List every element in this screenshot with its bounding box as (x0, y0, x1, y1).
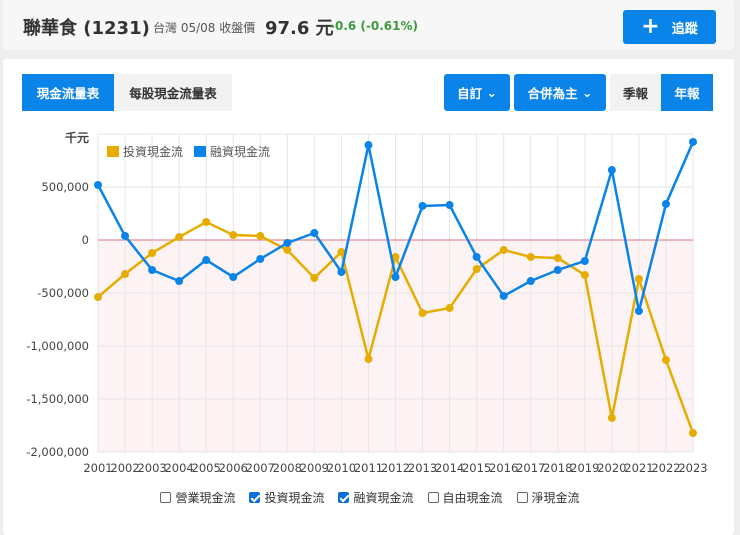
data-point (553, 254, 562, 263)
x-tick-label: 2010 (327, 461, 356, 475)
data-point (283, 238, 292, 247)
data-point (580, 256, 589, 265)
data-point (391, 272, 400, 281)
data-point (445, 304, 454, 313)
data-point (661, 355, 670, 364)
x-tick-label: 2008 (273, 461, 302, 475)
x-tick-label: 2017 (516, 461, 545, 475)
x-tick-label: 2007 (246, 461, 275, 475)
series-checkbox[interactable]: 投資現金流 (249, 489, 324, 506)
x-tick-label: 2012 (381, 461, 410, 475)
y-tick-label: -1,000,000 (26, 339, 89, 353)
data-point (229, 231, 238, 240)
x-tick-label: 2022 (651, 461, 680, 475)
data-point (337, 268, 346, 277)
data-point (607, 166, 616, 175)
data-point (418, 309, 427, 318)
x-tick-label: 2005 (192, 461, 221, 475)
data-point (148, 249, 157, 258)
data-point (175, 277, 184, 286)
data-point (472, 252, 481, 261)
data-point (310, 229, 319, 238)
checkbox-icon[interactable] (427, 492, 439, 503)
data-point (94, 293, 102, 302)
x-tick-label: 2002 (110, 461, 139, 475)
data-point (526, 277, 535, 286)
legend-label: 投資現金流 (123, 144, 183, 159)
data-point (121, 231, 130, 240)
x-tick-label: 2001 (83, 461, 112, 475)
data-point (661, 199, 670, 208)
y-tick-label: -1,500,000 (26, 392, 89, 406)
data-point (283, 245, 292, 254)
data-point (310, 273, 319, 282)
x-tick-label: 2021 (624, 461, 653, 475)
x-tick-label: 2009 (300, 461, 329, 475)
y-axis-unit: 千元 (65, 130, 89, 145)
x-tick-label: 2015 (462, 461, 491, 475)
data-point (499, 291, 508, 300)
x-tick-label: 2006 (219, 461, 248, 475)
x-tick-label: 2004 (164, 461, 193, 475)
x-tick-label: 2011 (354, 461, 383, 475)
data-point (553, 265, 562, 274)
legend-label: 融資現金流 (210, 144, 270, 159)
data-point (364, 355, 373, 364)
series-checkbox[interactable]: 營業現金流 (160, 489, 235, 506)
data-point (364, 141, 373, 150)
series-checkbox[interactable]: 淨現金流 (516, 489, 580, 506)
data-point (526, 252, 535, 261)
legend-swatch (107, 146, 119, 157)
x-tick-label: 2013 (408, 461, 437, 475)
data-point (256, 254, 265, 263)
data-point (689, 137, 697, 146)
data-point (202, 256, 211, 265)
checkbox-label: 淨現金流 (531, 491, 580, 505)
data-point (418, 201, 427, 210)
checkbox-label: 投資現金流 (264, 491, 325, 505)
data-point (634, 275, 643, 284)
series-checkbox[interactable]: 融資現金流 (338, 489, 414, 506)
data-point (689, 429, 697, 438)
series-toggles: 營業現金流 投資現金流 融資現金流 自由現金流 淨現金流 (0, 489, 740, 506)
data-point (607, 413, 616, 422)
data-point (94, 180, 102, 189)
y-tick-label: -500,000 (37, 286, 89, 300)
y-tick-label: 0 (82, 233, 89, 247)
x-tick-label: 2003 (137, 461, 166, 475)
x-tick-label: 2014 (435, 461, 464, 475)
x-tick-label: 2020 (597, 461, 626, 475)
checkbox-label: 自由現金流 (442, 491, 503, 505)
checkbox-label: 融資現金流 (353, 491, 414, 505)
checkbox-icon[interactable] (516, 492, 528, 503)
data-point (229, 272, 238, 281)
data-point (121, 270, 130, 279)
x-tick-label: 2018 (543, 461, 572, 475)
checkbox-label: 營業現金流 (175, 491, 236, 505)
y-tick-label: 500,000 (41, 180, 89, 194)
data-point (148, 265, 157, 274)
data-point (580, 270, 589, 279)
data-point (256, 231, 265, 240)
x-tick-label: 2023 (678, 461, 707, 475)
checkbox-icon[interactable] (249, 492, 261, 503)
data-point (499, 245, 508, 254)
data-point (175, 233, 184, 242)
x-tick-label: 2019 (570, 461, 599, 475)
checkbox-icon[interactable] (338, 492, 350, 503)
x-tick-label: 2016 (489, 461, 518, 475)
series-checkbox[interactable]: 自由現金流 (427, 489, 503, 506)
data-point (472, 265, 481, 274)
cashflow-chart: 2001200220032004200520062007200820092010… (26, 130, 707, 475)
data-point (634, 307, 643, 316)
data-point (445, 201, 454, 210)
checkbox-icon[interactable] (160, 492, 172, 503)
data-point (202, 217, 211, 226)
legend-swatch (194, 146, 206, 157)
y-tick-label: -2,000,000 (26, 445, 89, 459)
